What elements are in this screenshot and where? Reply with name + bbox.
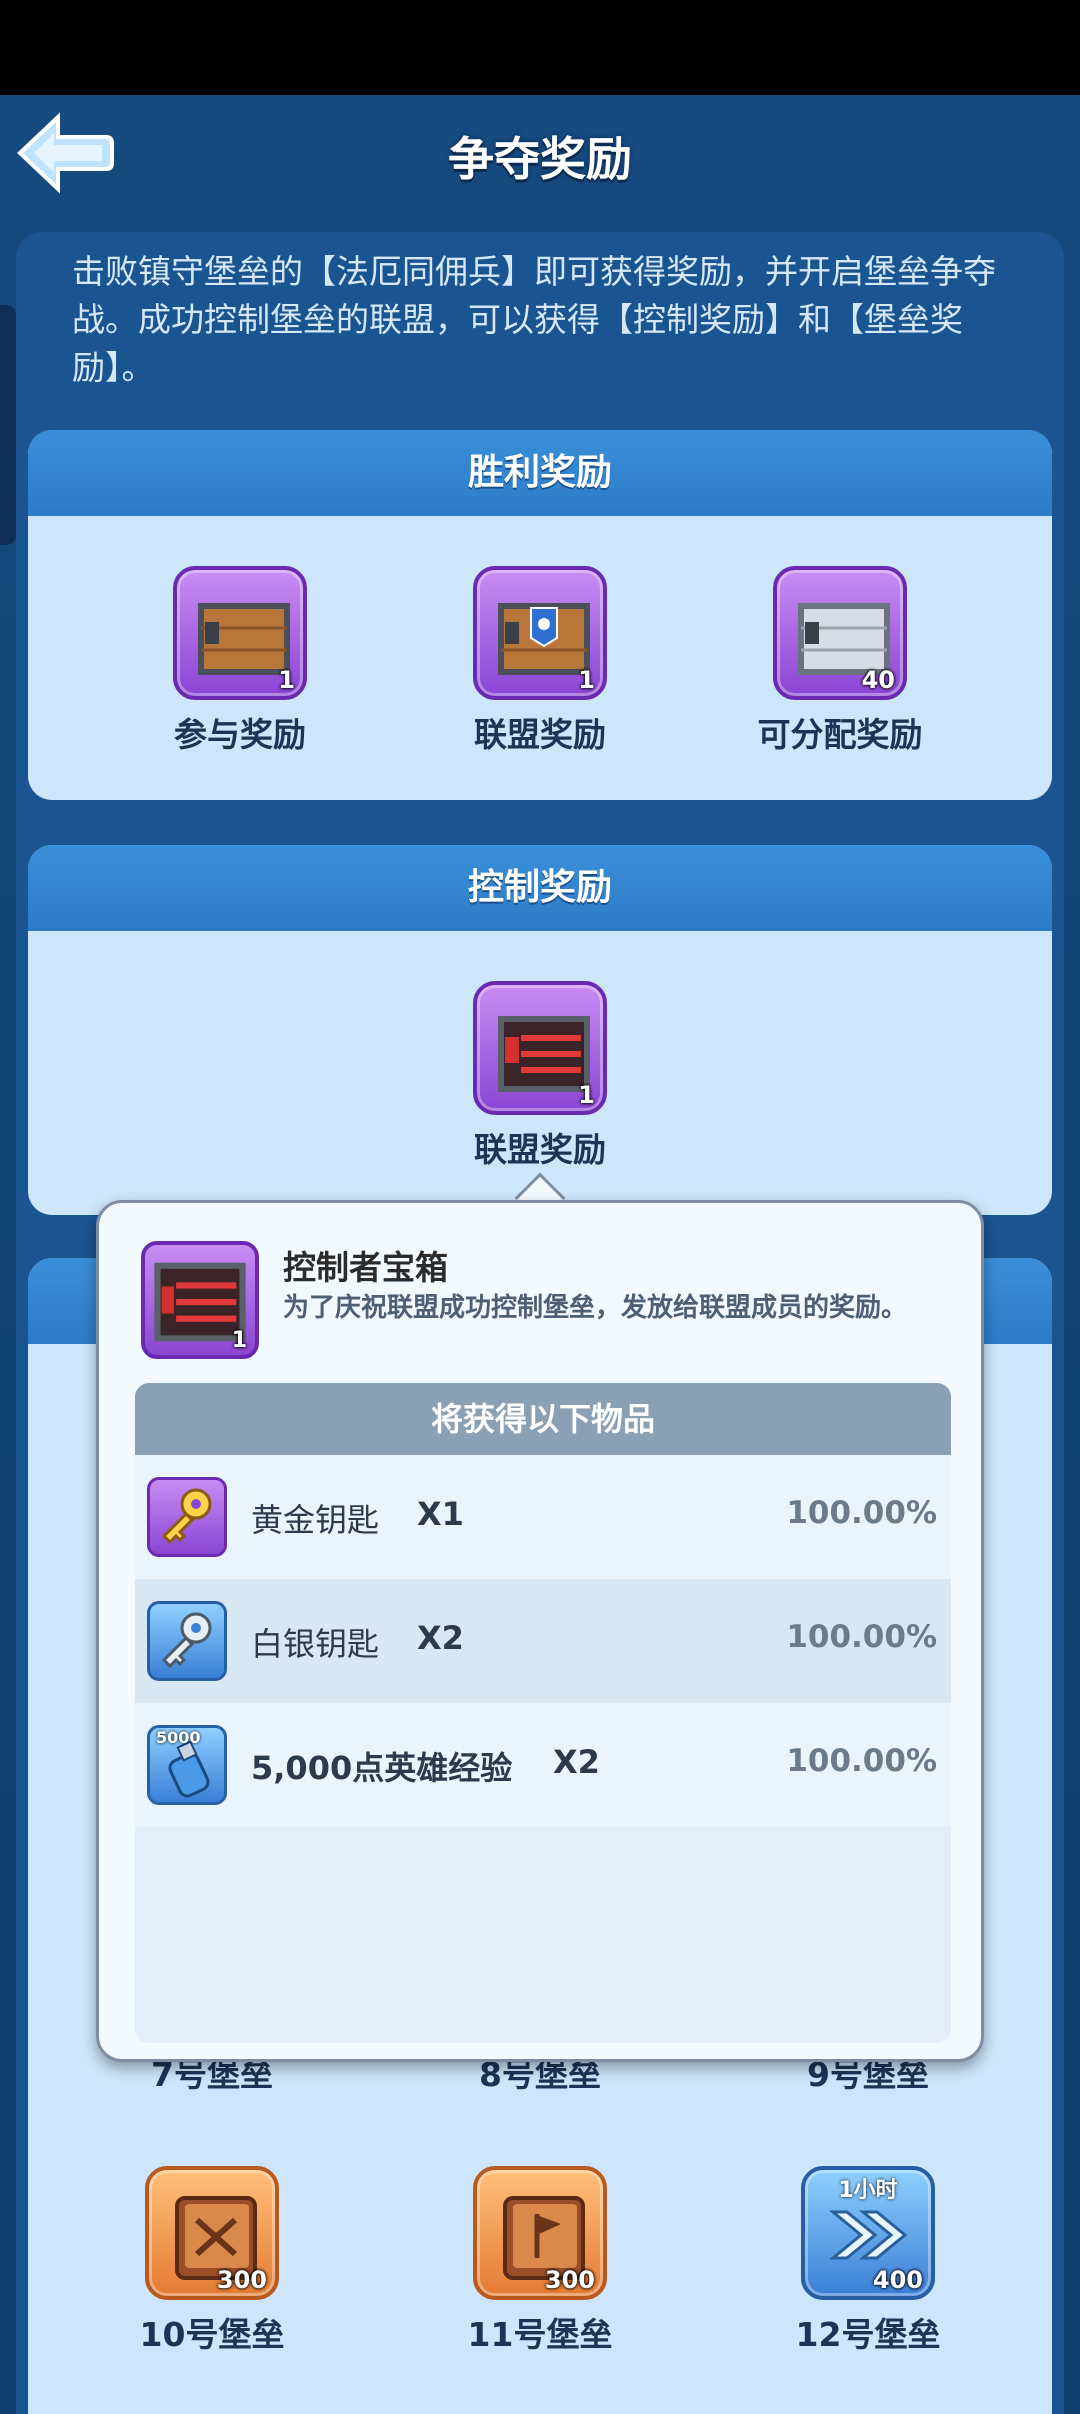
page-title: 争夺奖励 xyxy=(448,132,632,186)
silver-key-icon xyxy=(147,1601,227,1681)
item-probability: 100.00% xyxy=(786,1619,937,1655)
castle-10-reward[interactable]: 300 10号堡垒 xyxy=(92,2166,332,2356)
distributable-reward[interactable]: 40 可分配奖励 xyxy=(720,566,960,756)
castle-12-reward[interactable]: 1小时 400 12号堡垒 xyxy=(748,2166,988,2356)
reward-label: 12号堡垒 xyxy=(795,2315,941,2354)
reward-count: 300 xyxy=(544,2266,595,2294)
item-tooltip: 1 控制者宝箱 为了庆祝联盟成功控制堡垒，发放给联盟成员的奖励。 将获得以下物品… xyxy=(96,1200,984,2062)
reward-label: 联盟奖励 xyxy=(474,1130,606,1169)
exp-bottle-icon: 5000 xyxy=(147,1725,227,1805)
silver-chest-icon: 40 xyxy=(773,566,907,700)
participation-reward[interactable]: 1 参与奖励 xyxy=(120,566,360,756)
loot-list: 将获得以下物品 黄金钥匙 X1 100.00% 白银钥匙 X2 100.00% … xyxy=(135,1383,951,2043)
item-quantity: X2 xyxy=(553,1743,600,1781)
item-probability: 100.00% xyxy=(786,1743,937,1779)
victory-rewards-title: 胜利奖励 xyxy=(28,430,1052,516)
reward-label: 联盟奖励 xyxy=(474,715,606,754)
control-alliance-reward[interactable]: 1 联盟奖励 xyxy=(420,981,660,1171)
reward-count: 400 xyxy=(872,2266,923,2294)
item-quantity: X2 xyxy=(417,1619,464,1657)
reward-label: 可分配奖励 xyxy=(757,715,923,754)
item-name: 白银钥匙 xyxy=(251,1625,380,1663)
popup-description: 为了庆祝联盟成功控制堡垒，发放给联盟成员的奖励。 xyxy=(283,1293,908,1323)
wooden-chest-icon: 1 xyxy=(173,566,307,700)
duration-badge: 1小时 xyxy=(838,2178,898,2203)
item-name: 黄金钥匙 xyxy=(251,1501,380,1539)
item-quantity: X1 xyxy=(417,1495,464,1533)
book-icon: 300 xyxy=(145,2166,279,2300)
side-tab[interactable] xyxy=(0,305,16,545)
popup-title: 控制者宝箱 xyxy=(283,1248,448,1287)
loot-list-title: 将获得以下物品 xyxy=(135,1383,951,1455)
reward-label: 10号堡垒 xyxy=(139,2315,285,2354)
reward-label: 参与奖励 xyxy=(174,715,306,754)
list-item: 黄金钥匙 X1 100.00% xyxy=(135,1455,951,1579)
item-name: 5,000点英雄经验 xyxy=(251,1749,513,1787)
gold-key-icon xyxy=(147,1477,227,1557)
alliance-chest-icon: 1 xyxy=(473,566,607,700)
item-probability: 100.00% xyxy=(786,1495,937,1531)
castle-11-reward[interactable]: 300 11号堡垒 xyxy=(420,2166,660,2356)
alliance-reward[interactable]: 1 联盟奖励 xyxy=(420,566,660,756)
controller-chest-icon: 1 xyxy=(141,1241,259,1359)
reward-count: 1 xyxy=(278,666,295,694)
control-rewards-card: 控制奖励 1 联盟奖励 xyxy=(28,845,1052,1215)
reward-count: 300 xyxy=(216,2266,267,2294)
reward-count: 1 xyxy=(231,1328,247,1353)
intro-text: 击败镇守堡垒的【法厄同佣兵】即可获得奖励，并开启堡垒争夺战。成功控制堡垒的联盟，… xyxy=(72,252,996,387)
header: 争夺奖励 xyxy=(0,95,1080,215)
status-bar xyxy=(0,0,1080,95)
reward-label: 11号堡垒 xyxy=(467,2315,613,2354)
list-item: 5000 5,000点英雄经验 X2 100.00% xyxy=(135,1703,951,1827)
reward-count: 1 xyxy=(578,666,595,694)
controller-chest-icon: 1 xyxy=(473,981,607,1115)
control-rewards-title: 控制奖励 xyxy=(28,845,1052,931)
item-badge: 5000 xyxy=(156,1728,201,1747)
reward-count: 40 xyxy=(861,666,895,694)
speedup-icon: 1小时 400 xyxy=(801,2166,935,2300)
victory-rewards-card: 胜利奖励 1 参与奖励 1 联盟奖励 40 可分配奖励 xyxy=(28,430,1052,800)
list-item: 白银钥匙 X2 100.00% xyxy=(135,1579,951,1703)
flag-book-icon: 300 xyxy=(473,2166,607,2300)
reward-count: 1 xyxy=(578,1081,595,1109)
